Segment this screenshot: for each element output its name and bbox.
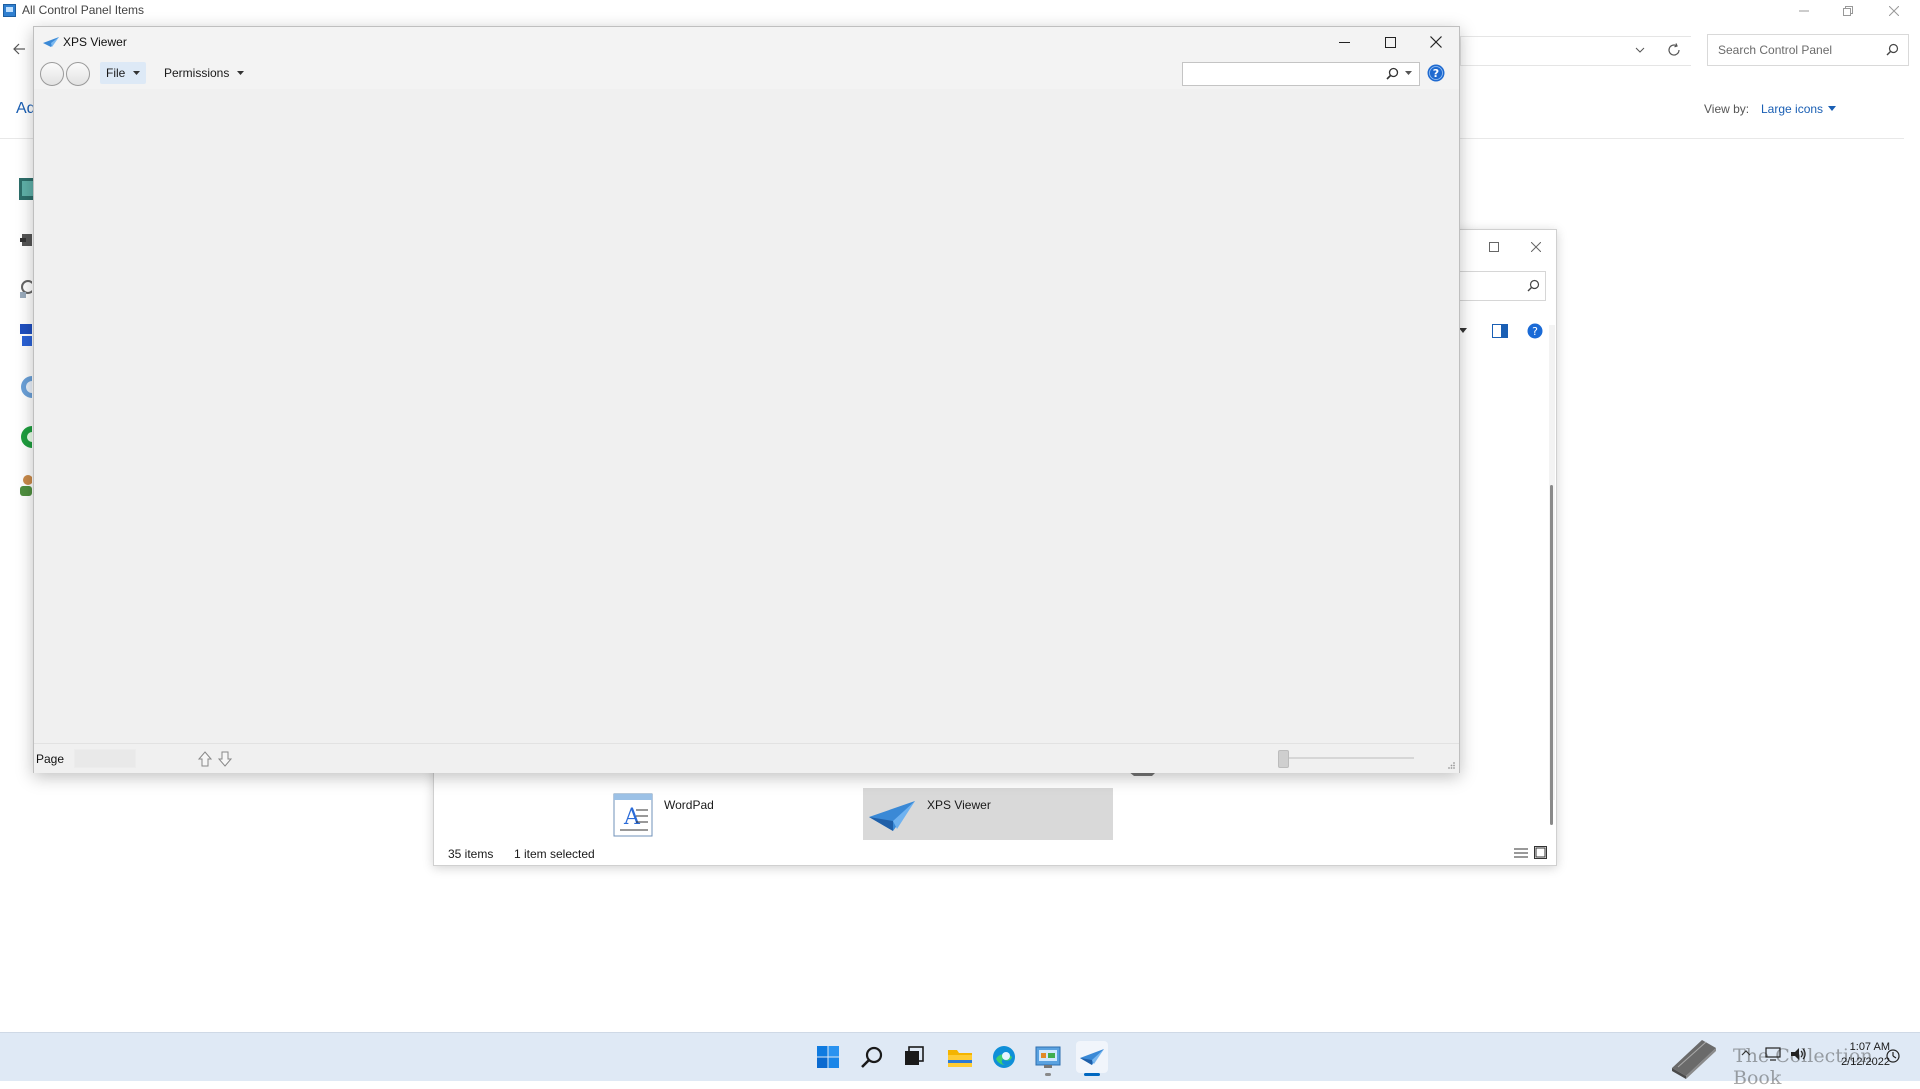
chevron-down-icon[interactable] xyxy=(1635,45,1645,55)
xps-window-title: XPS Viewer xyxy=(63,35,127,49)
document-area[interactable] xyxy=(34,89,1459,739)
display-icon[interactable] xyxy=(19,178,33,200)
edge-icon[interactable] xyxy=(988,1041,1020,1073)
chevron-down-icon[interactable] xyxy=(1459,328,1467,333)
control-panel-titlebar: All Control Panel Items xyxy=(0,0,1920,22)
clock-time[interactable]: 1:07 AM xyxy=(1830,1041,1890,1053)
task-view-icon[interactable] xyxy=(898,1041,930,1073)
forward-button[interactable] xyxy=(66,62,90,86)
control-panel-icon[interactable] xyxy=(1032,1041,1064,1076)
help-icon[interactable]: ? xyxy=(1427,64,1445,82)
svg-text:?: ? xyxy=(1433,67,1439,80)
permissions-menu-label: Permissions xyxy=(164,66,230,80)
selection-count: 1 item selected xyxy=(514,847,595,861)
next-page-icon[interactable] xyxy=(218,751,232,767)
indexing-icon[interactable] xyxy=(20,278,32,300)
item-count: 35 items xyxy=(448,847,494,861)
zoom-slider[interactable] xyxy=(1278,757,1414,759)
svg-text:?: ? xyxy=(1532,325,1538,338)
pf-close-button[interactable] xyxy=(1516,230,1556,264)
book-icon xyxy=(1668,1034,1720,1080)
user-accounts-icon[interactable] xyxy=(20,472,32,498)
chevron-up-icon[interactable] xyxy=(1741,1050,1751,1056)
taskbar: The Collection Book 1:07 AM 2/12/2022 xyxy=(0,1032,1920,1089)
file-explorer-icon[interactable] xyxy=(944,1041,976,1073)
search-placeholder: Search Control Panel xyxy=(1718,43,1833,57)
chevron-down-icon xyxy=(237,71,245,75)
xps-viewer-icon[interactable] xyxy=(1076,1041,1108,1076)
list-item-wordpad[interactable]: A WordPad xyxy=(612,790,714,840)
pf-status-bar: 35 items 1 item selected xyxy=(434,842,1556,865)
back-arrow-icon[interactable] xyxy=(12,42,26,56)
start-icon[interactable] xyxy=(812,1041,844,1073)
preview-pane-icon[interactable] xyxy=(1492,324,1508,338)
search-icon[interactable] xyxy=(856,1041,888,1073)
page-label: Page xyxy=(36,752,65,766)
search-icon[interactable] xyxy=(1886,43,1899,56)
resize-grip-icon[interactable] xyxy=(1447,761,1456,770)
display-tray-icon[interactable] xyxy=(1765,1047,1781,1061)
clock-date[interactable]: 2/12/2022 xyxy=(1820,1056,1890,1068)
xps-status-bar: Page xyxy=(34,743,1459,773)
cp-minimize-button[interactable] xyxy=(1782,0,1826,22)
pf-scroll-thumb[interactable] xyxy=(1550,485,1553,825)
previous-page-icon[interactable] xyxy=(198,751,212,767)
large-icons-view-icon[interactable] xyxy=(1534,846,1547,859)
xps-viewer-icon xyxy=(867,795,917,835)
search-icon[interactable] xyxy=(1527,279,1540,292)
help-icon[interactable]: ? xyxy=(1527,323,1543,339)
chevron-down-icon[interactable] xyxy=(1405,71,1412,75)
cp-restore-button[interactable] xyxy=(1826,0,1870,22)
devices-icon[interactable] xyxy=(20,230,32,250)
power-icon[interactable] xyxy=(20,374,32,400)
list-item-label: WordPad xyxy=(664,798,714,812)
xps-close-button[interactable] xyxy=(1413,27,1459,57)
control-panel-title: All Control Panel Items xyxy=(22,3,145,17)
chevron-down-icon xyxy=(133,71,141,75)
volume-icon[interactable] xyxy=(1790,1047,1808,1061)
svg-text:A: A xyxy=(623,805,641,830)
file-menu-label: File xyxy=(106,66,126,80)
notification-icon[interactable] xyxy=(1886,1049,1900,1063)
xps-titlebar[interactable]: XPS Viewer xyxy=(34,27,1459,57)
zoom-slider-thumb[interactable] xyxy=(1278,750,1289,768)
page-number-input[interactable] xyxy=(74,749,136,768)
network-icon[interactable] xyxy=(20,324,32,348)
recovery-icon[interactable] xyxy=(20,424,32,450)
back-button[interactable] xyxy=(40,62,64,86)
xps-minimize-button[interactable] xyxy=(1321,27,1367,57)
list-item-label: XPS Viewer xyxy=(927,798,991,812)
view-by-dropdown[interactable]: Large icons xyxy=(1761,102,1823,116)
running-indicator xyxy=(1045,1073,1051,1076)
cp-close-button[interactable] xyxy=(1872,0,1916,22)
refresh-icon[interactable] xyxy=(1667,43,1681,57)
pf-maximize-button[interactable] xyxy=(1474,230,1514,264)
find-icon[interactable] xyxy=(1386,67,1399,80)
xps-viewer-window: XPS Viewer File Permissions ? Page xyxy=(33,26,1460,773)
permissions-menu[interactable]: Permissions xyxy=(158,62,250,84)
view-by-label: View by: xyxy=(1704,102,1750,116)
control-panel-icon xyxy=(3,4,16,17)
find-box[interactable] xyxy=(1182,62,1420,86)
xps-maximize-button[interactable] xyxy=(1367,27,1413,57)
wordpad-icon: A xyxy=(612,792,654,838)
list-item-xps-viewer[interactable]: XPS Viewer xyxy=(863,788,1113,840)
chevron-down-icon[interactable] xyxy=(1828,106,1836,111)
xps-viewer-icon xyxy=(43,36,59,48)
file-menu[interactable]: File xyxy=(100,62,147,84)
control-panel-search[interactable]: Search Control Panel xyxy=(1707,34,1909,66)
find-input[interactable] xyxy=(1185,65,1379,83)
details-view-icon[interactable] xyxy=(1514,847,1528,859)
address-bar[interactable] xyxy=(1460,36,1691,66)
active-indicator xyxy=(1084,1073,1100,1076)
